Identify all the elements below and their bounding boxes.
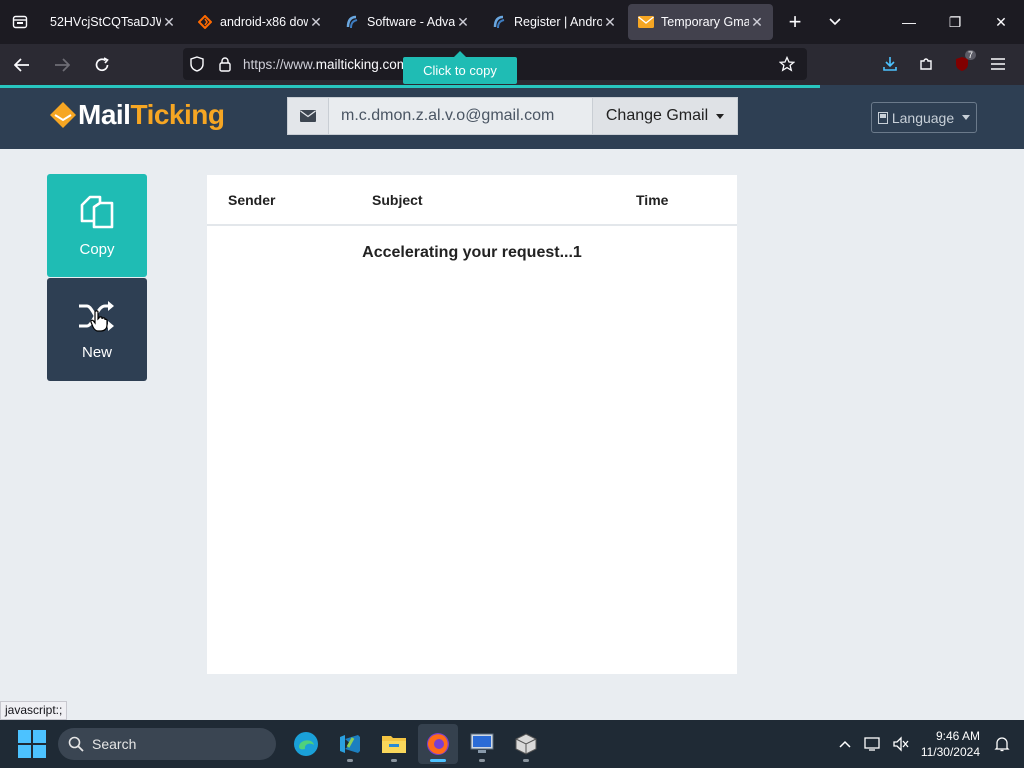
lock-icon[interactable] [211,56,239,72]
tab-close-icon[interactable]: ✕ [308,14,324,31]
reload-icon[interactable] [84,47,120,83]
minimize-icon[interactable]: — [886,0,932,44]
windows-start-icon[interactable] [18,730,46,758]
back-arrow-icon[interactable] [4,47,40,83]
clock-time: 9:46 AM [935,729,980,743]
remote-desktop-icon[interactable] [462,724,502,764]
url-prefix: https://www. [243,56,316,72]
caret-down-icon [716,113,725,119]
column-subject: Subject [372,192,423,208]
browser-tab[interactable]: Register | Andro ✕ [481,4,626,40]
tab-title: Temporary Gma [661,15,749,29]
tab-title: Software - Adva [367,15,455,29]
tray-chevron-up-icon[interactable] [831,740,859,748]
envelope-icon [287,97,329,135]
android-x86-icon [344,14,360,30]
taskbar-search-box[interactable]: Search [58,728,276,760]
inbox-panel: Sender Subject Time Accelerating your re… [207,175,737,674]
search-icon [68,736,84,752]
tab-close-icon[interactable]: ✕ [161,14,177,31]
page-load-progress [0,85,820,88]
firefox-view-icon[interactable] [0,0,40,44]
tab-title: android-x86 dow [220,15,308,29]
browser-tab-bar: 52HVcjStCQTsaDJWz ✕ android-x86 dow ✕ So… [0,0,1024,44]
copy-button[interactable]: Copy [47,174,147,277]
change-gmail-label: Change Gmail [605,107,709,124]
app-menu-hamburger-icon[interactable] [980,48,1016,80]
inbox-table-header: Sender Subject Time [207,175,737,226]
email-address-field[interactable]: m.c.dmon.z.al.v.o@gmail.com [329,97,593,135]
tab-close-icon[interactable]: ✕ [455,14,471,31]
firefox-icon[interactable] [418,724,458,764]
language-dropdown[interactable]: Language [871,102,977,133]
browser-tab[interactable]: Software - Adva ✕ [334,4,479,40]
browser-tab-active[interactable]: Temporary Gma ✕ [628,4,773,40]
system-clock[interactable]: 9:46 AM 11/30/2024 [921,728,980,760]
file-explorer-icon[interactable] [374,724,414,764]
inbox-status-message: Accelerating your request...1 [362,244,582,261]
email-input-group: m.c.dmon.z.al.v.o@gmail.com Change Gmail [287,97,738,135]
windows-taskbar: Search 9:46 AM 11/30/2024 [0,720,1024,768]
notifications-bell-icon[interactable] [988,736,1016,752]
column-sender: Sender [228,192,276,208]
network-icon[interactable] [859,736,887,752]
list-all-tabs-chevron-icon[interactable] [815,0,855,44]
caret-down-icon [962,115,971,120]
link-status-bar: javascript:; [0,701,68,720]
extensions-puzzle-icon[interactable] [908,48,944,80]
virtualbox-icon[interactable] [506,724,546,764]
column-time: Time [636,192,669,208]
edge-browser-icon[interactable] [286,724,326,764]
mailticking-logo[interactable]: MailTicking [48,99,225,131]
window-controls: — ❐ ✕ [886,0,1024,44]
logo-text-ticking: Ticking [130,99,225,130]
tab-title: 52HVcjStCQTsaDJWz [50,15,161,29]
forward-arrow-icon[interactable] [44,47,80,83]
restore-icon[interactable]: ❐ [932,0,978,44]
close-window-icon[interactable]: ✕ [978,0,1024,44]
logo-text-mail: Mail [78,99,131,130]
logo-envelope-icon [50,102,76,128]
toolbar-right: 7 [872,48,1016,80]
click-to-copy-tooltip: Click to copy [403,51,517,84]
sourceforge-icon [197,14,213,30]
copy-icon [80,195,114,229]
new-label: New [81,344,112,361]
android-x86-icon [491,14,507,30]
ublock-shield-icon[interactable]: 7 [944,48,980,80]
tracking-shield-icon[interactable] [183,56,211,72]
vscode-icon[interactable] [330,724,370,764]
tab-close-icon[interactable]: ✕ [602,14,618,31]
browser-tab[interactable]: 52HVcjStCQTsaDJWz ✕ [40,4,185,40]
mail-envelope-icon [638,14,654,30]
new-tab-plus-icon[interactable]: + [775,0,815,44]
browser-tab[interactable]: android-x86 dow ✕ [187,4,332,40]
search-placeholder: Search [92,736,137,752]
bookmark-star-icon[interactable] [773,56,801,72]
extension-badge: 7 [964,50,976,60]
downloads-icon[interactable] [872,48,908,80]
hand-cursor-icon [90,310,108,332]
system-tray: 9:46 AM 11/30/2024 [831,728,1024,760]
tab-title: Register | Andro [514,15,602,29]
flag-icon [877,111,888,124]
clock-date: 11/30/2024 [920,745,980,759]
url-domain: mailticking.com [315,56,409,72]
logo-text: MailTicking [78,99,225,131]
tab-close-icon[interactable]: ✕ [749,14,765,31]
volume-muted-icon[interactable] [887,736,915,752]
copy-label: Copy [79,241,115,258]
site-header: MailTicking m.c.dmon.z.al.v.o@gmail.com … [0,85,1024,149]
change-gmail-button[interactable]: Change Gmail [593,97,738,135]
language-label: Language [891,109,955,126]
